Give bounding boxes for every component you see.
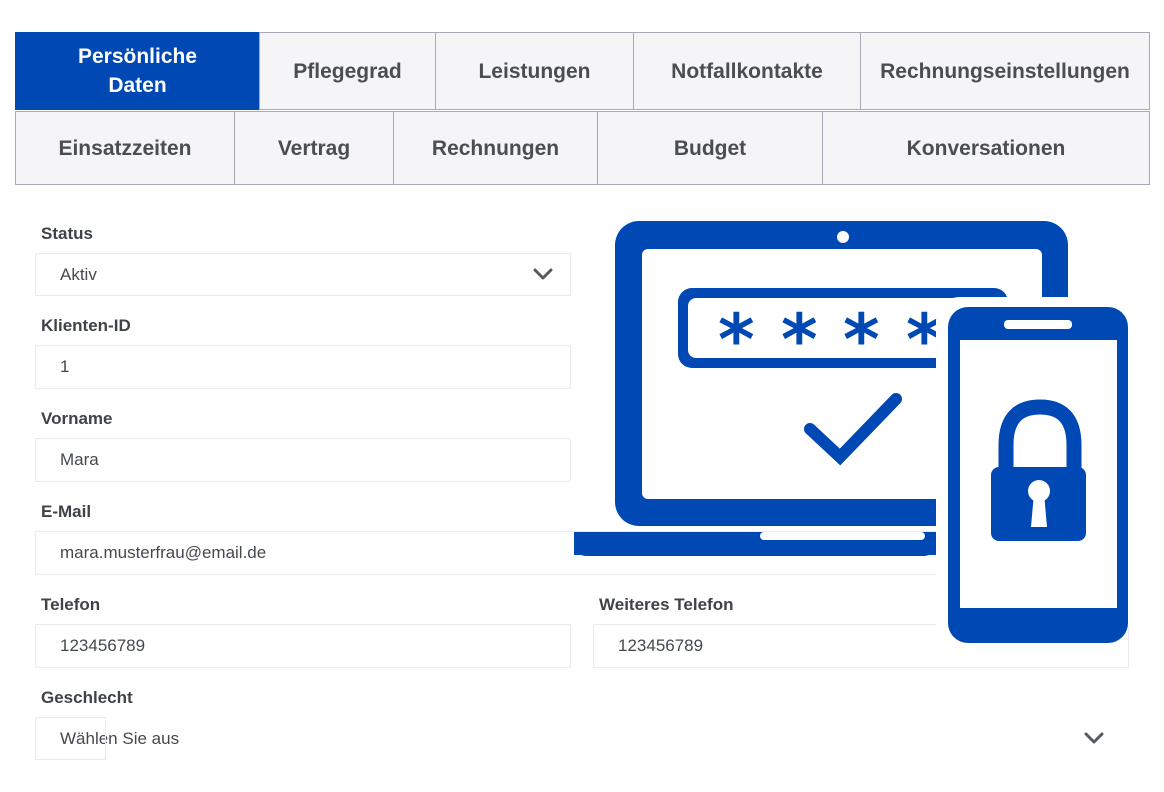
tab-label: Leistungen: [478, 59, 591, 83]
status-label: Status: [41, 224, 93, 243]
first-name-label: Vorname: [41, 409, 113, 428]
secure-login-illustration: * * * *: [574, 221, 1130, 643]
tab-einsatzzeiten[interactable]: Einsatzzeiten: [15, 111, 235, 185]
svg-text:*: *: [718, 299, 755, 381]
chevron-down-icon[interactable]: [533, 267, 553, 281]
gender-select[interactable]: Wählen Sie aus: [35, 717, 1129, 761]
tab-label: Budget: [673, 136, 747, 160]
first-name-value: Mara: [60, 450, 99, 469]
phone-label: Telefon: [41, 595, 101, 614]
tab-label: Vertrag: [277, 136, 351, 160]
email-value: mara.musterfrau@email.de: [60, 543, 267, 562]
gender-label: Geschlecht: [41, 688, 133, 707]
email-label: E-Mail: [41, 502, 92, 521]
phone-value: 123456789: [60, 636, 146, 655]
tab-rechnungseinstellungen[interactable]: Rechnungseinstellungen: [860, 32, 1150, 110]
tab-persoenliche-daten[interactable]: Persönliche Daten: [15, 32, 260, 110]
tab-budget[interactable]: Budget: [597, 111, 823, 185]
gender-value: Wählen Sie aus: [60, 729, 180, 748]
svg-text:*: *: [843, 299, 880, 381]
tab-leistungen[interactable]: Leistungen: [435, 32, 634, 110]
phone-field[interactable]: 123456789: [35, 624, 571, 668]
status-value: Aktiv: [60, 264, 97, 284]
tab-vertrag[interactable]: Vertrag: [234, 111, 394, 185]
svg-text:*: *: [781, 299, 818, 381]
tab-label: Persönliche Daten: [77, 45, 198, 97]
tab-label: Notfallkontakte: [671, 59, 823, 83]
client-id-field[interactable]: 1: [35, 345, 571, 389]
client-id-label: Klienten-ID: [41, 316, 131, 335]
client-id-value: 1: [60, 357, 70, 376]
tab-label: Rechnungen: [431, 136, 560, 160]
tab-label: Pflegegrad: [293, 59, 402, 83]
tab-pflegegrad[interactable]: Pflegegrad: [259, 32, 436, 110]
tab-label: Einsatzzeiten: [58, 136, 192, 160]
first-name-field[interactable]: Mara: [35, 438, 571, 482]
tab-konversationen[interactable]: Konversationen: [822, 111, 1150, 185]
tab-notfallkontakte[interactable]: Notfallkontakte: [633, 32, 861, 110]
status-select[interactable]: Aktiv: [35, 253, 571, 296]
chevron-down-icon[interactable]: [1084, 731, 1104, 745]
tab-label: Konversationen: [906, 136, 1066, 160]
tab-rechnungen[interactable]: Rechnungen: [393, 111, 598, 185]
tab-label: Rechnungseinstellungen: [880, 59, 1130, 83]
